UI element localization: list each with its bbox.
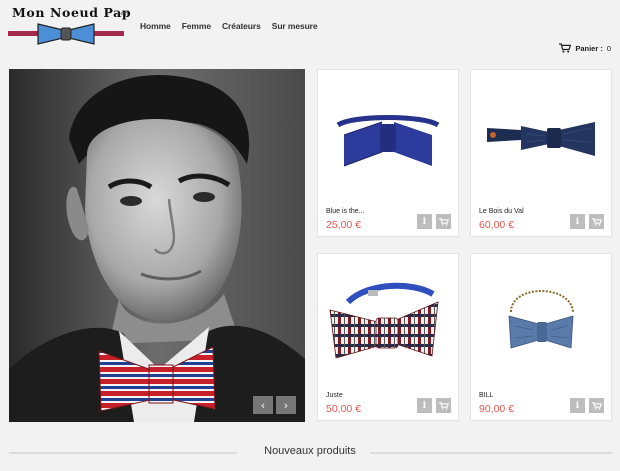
add-to-cart-button[interactable] xyxy=(436,398,451,413)
cart-icon xyxy=(438,401,449,410)
nav-item-homme[interactable]: Homme xyxy=(140,21,171,31)
info-button[interactable]: i xyxy=(570,214,585,229)
product-price: 90,00 € xyxy=(479,403,515,415)
cart-label: Panier : xyxy=(575,43,603,53)
bow-tie-logo-icon xyxy=(8,23,124,45)
nav-item-femme[interactable]: Femme xyxy=(182,21,211,31)
section-title: Nouveaux produits xyxy=(264,445,356,457)
add-to-cart-button[interactable] xyxy=(589,398,604,413)
cart-icon xyxy=(559,43,572,53)
info-button[interactable]: i xyxy=(417,214,432,229)
site-logo[interactable]: Mon Noeud Pap .com xyxy=(8,5,131,47)
info-button[interactable]: i xyxy=(417,398,432,413)
cart-icon xyxy=(591,217,602,226)
site-header: Mon Noeud Pap .com Homme Femme Créateurs… xyxy=(0,0,620,62)
add-to-cart-button[interactable] xyxy=(436,214,451,229)
hero-slider[interactable] xyxy=(9,69,305,422)
cart-icon xyxy=(591,401,602,410)
product-price: 25,00 € xyxy=(326,219,362,231)
section-divider-right xyxy=(370,452,612,454)
add-to-cart-button[interactable] xyxy=(589,214,604,229)
cart-icon xyxy=(438,217,449,226)
product-image xyxy=(508,290,574,349)
cart-count: 0 xyxy=(606,43,611,53)
cart-link[interactable]: Panier : 0 xyxy=(559,43,611,53)
product-price: 60,00 € xyxy=(479,219,515,231)
product-name: Blue is the... xyxy=(326,208,365,215)
nav-item-createurs[interactable]: Créateurs xyxy=(222,21,261,31)
product-card[interactable]: BILL 90,00 € i xyxy=(470,253,612,421)
hero-prev-button[interactable]: ‹ xyxy=(253,396,273,414)
hero-image xyxy=(9,69,305,422)
product-image xyxy=(336,115,440,167)
product-price: 50,00 € xyxy=(326,403,362,415)
product-card[interactable]: Le Bois du Val 60,00 € i xyxy=(470,69,612,237)
product-image xyxy=(487,122,595,156)
logo-text: Mon Noeud Pap xyxy=(12,5,132,20)
product-name: BILL xyxy=(479,392,494,399)
nav-item-sur-mesure[interactable]: Sur mesure xyxy=(272,21,318,31)
hero-next-button[interactable]: › xyxy=(276,396,296,414)
product-name: Juste xyxy=(326,392,343,399)
logo-suffix: .com xyxy=(116,11,129,17)
product-name: Le Bois du Val xyxy=(479,208,524,215)
main-nav: Homme Femme Créateurs Sur mesure xyxy=(140,21,318,31)
product-card[interactable]: Juste 50,00 € i xyxy=(317,253,459,421)
product-image xyxy=(329,282,439,359)
product-card[interactable]: Blue is the... 25,00 € i xyxy=(317,69,459,237)
info-button[interactable]: i xyxy=(570,398,585,413)
